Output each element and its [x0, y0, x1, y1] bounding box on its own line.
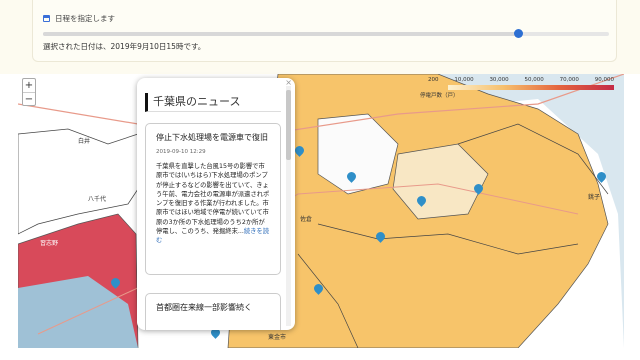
place-label: 八千代	[88, 196, 107, 203]
legend-ticks: 200 10,000 30,000 50,000 70,000 90,000	[418, 77, 614, 83]
legend-tick: 30,000	[489, 77, 509, 83]
place-label: 佐倉	[300, 216, 313, 223]
date-panel: 日程を指定します 選択された日付は、2019年9月10日15時です。	[0, 0, 640, 74]
power-outage-map[interactable]: + − 200 10,000 30,000 50,000 70,000 90,0…	[18, 74, 624, 348]
news-body-text: 千葉県を直撃した台風15号の影響で市原市では(いちはら)下水処理場のポンプが停止…	[156, 163, 270, 236]
date-label-text: 日程を指定します	[55, 14, 115, 23]
legend-title: 停電戸数（戸）	[420, 93, 459, 99]
news-title: 停止下水処理場を電源車で復旧	[156, 133, 268, 142]
legend-tick: 90,000	[594, 77, 614, 83]
legend-tick: 70,000	[559, 77, 579, 83]
slider-fill	[43, 32, 519, 36]
scroll-thumb[interactable]	[286, 90, 291, 160]
place-label: 東金市	[268, 334, 287, 341]
place-label: 銚子	[588, 194, 601, 201]
news-card: 首都圏在来線一部影響続く	[145, 293, 281, 330]
outage-legend: 200 10,000 30,000 50,000 70,000 90,000 停…	[418, 77, 614, 99]
calendar-icon	[43, 15, 50, 22]
slider-thumb[interactable]	[514, 29, 524, 38]
date-slider[interactable]	[43, 29, 609, 38]
date-label: 日程を指定します	[43, 13, 115, 24]
zoom-control[interactable]: + −	[22, 78, 36, 106]
popup-title: 千葉県のニュース	[145, 93, 281, 112]
place-label: 習志野	[40, 240, 59, 247]
selected-date-text: 選択された日付は、2019年9月10日15時です。	[43, 42, 206, 51]
popup-scrollbar[interactable]	[286, 86, 291, 326]
legend-color-bar	[448, 85, 614, 90]
legend-tick: 200	[428, 77, 439, 83]
place-label: 白井	[78, 138, 91, 145]
legend-tick: 10,000	[454, 77, 474, 83]
news-body: 千葉県を直撃した台風15号の影響で市原市では(いちはら)下水処理場のポンプが停止…	[156, 162, 270, 246]
news-popup: × 千葉県のニュース 停止下水処理場を電源車で復旧 2019-09-10 12:…	[137, 78, 295, 330]
zoom-in-button[interactable]: +	[23, 79, 35, 92]
news-date: 2019-09-10 12:29	[156, 149, 206, 155]
legend-tick: 50,000	[524, 77, 544, 83]
news-title: 首都圏在来線一部影響続く	[156, 303, 252, 312]
zoom-out-button[interactable]: −	[23, 92, 35, 105]
map-canvas[interactable]	[18, 74, 624, 348]
news-card: 停止下水処理場を電源車で復旧 2019-09-10 12:29 千葉県を直撃した…	[145, 123, 281, 275]
date-card: 日程を指定します 選択された日付は、2019年9月10日15時です。	[32, 0, 617, 62]
